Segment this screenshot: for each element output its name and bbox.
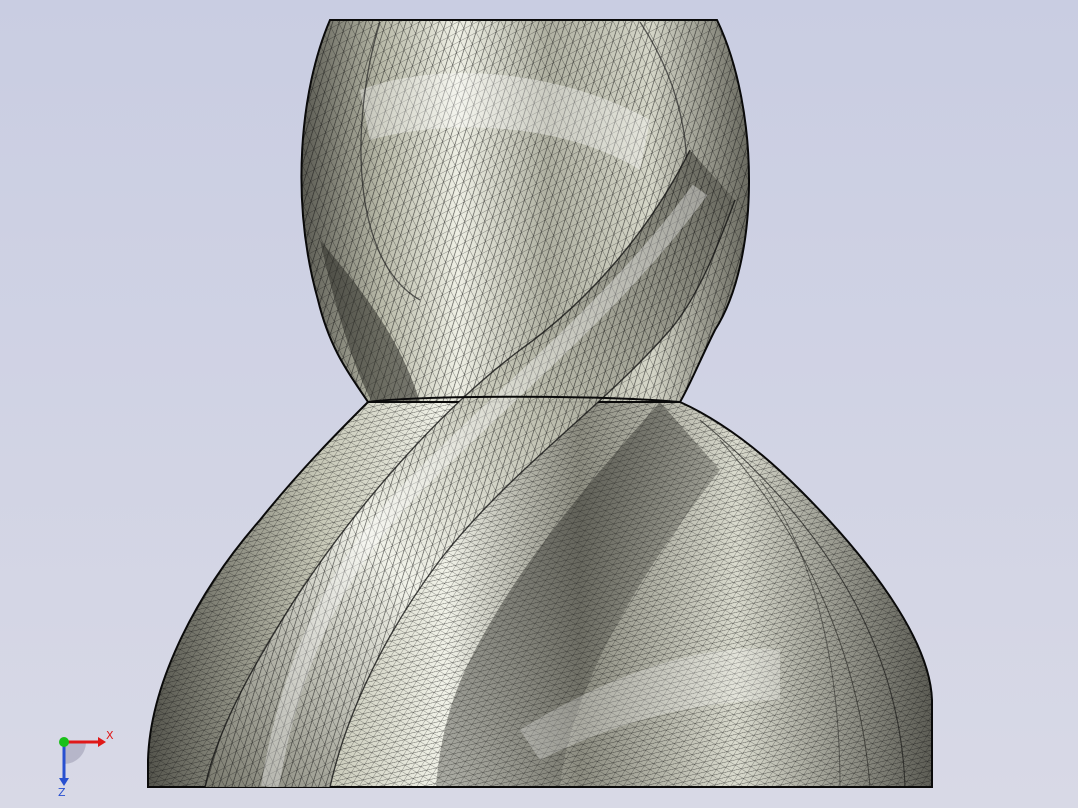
triad-z-arrow-icon — [59, 778, 69, 786]
triad-y-axis-dot — [59, 737, 69, 747]
triad-x-label: X — [106, 729, 114, 742]
orientation-triad[interactable]: X Z — [40, 728, 120, 798]
3d-model-view[interactable] — [0, 0, 1078, 808]
triad-z-label: Z — [58, 786, 66, 798]
triad-x-arrow-icon — [98, 737, 106, 747]
graphics-viewport[interactable]: X Z — [0, 0, 1078, 808]
